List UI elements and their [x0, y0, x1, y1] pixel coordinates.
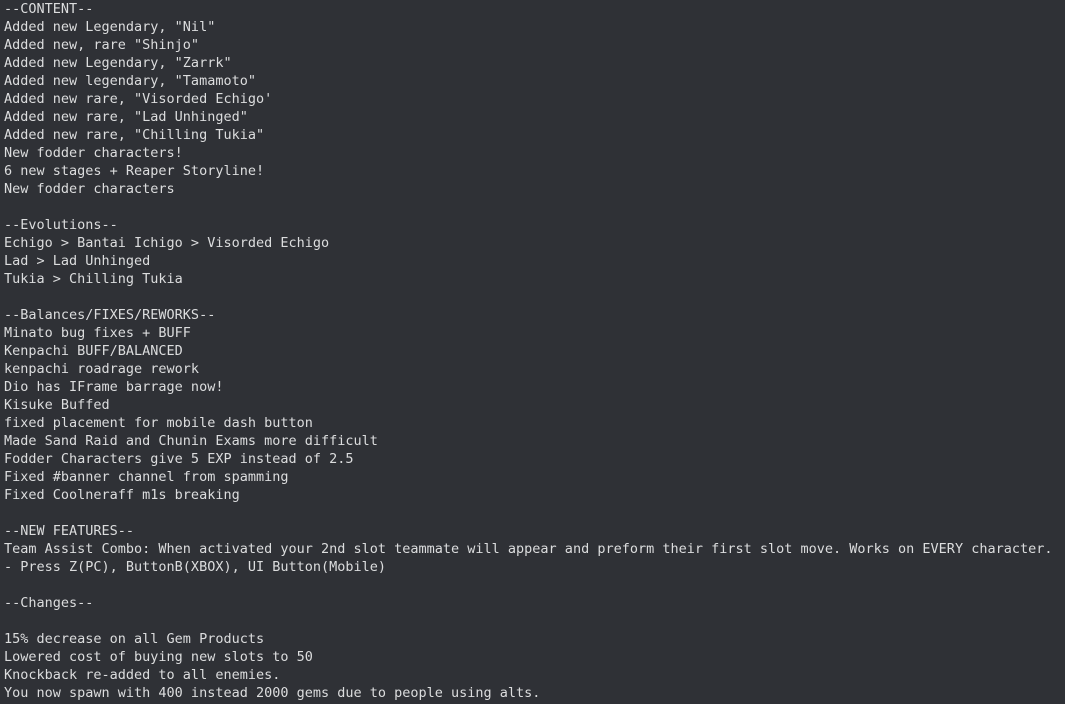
patch-notes-body: --CONTENT-- Added new Legendary, "Nil" Add…	[0, 0, 1065, 704]
patch-note-line: Kenpachi BUFF/BALANCED	[4, 343, 183, 359]
patch-note-line: You now spawn with 400 instead 2000 gems…	[4, 685, 541, 701]
patch-note-line: kenpachi roadrage rework	[4, 361, 200, 377]
patch-note-line: --CONTENT--	[4, 1, 94, 17]
patch-note-line: Fodder Characters give 5 EXP instead of …	[4, 451, 354, 467]
patch-note-line: Minato bug fixes + BUFF	[4, 325, 191, 341]
patch-note-line: Added new legendary, "Tamamoto"	[4, 73, 256, 89]
patch-note-line: Lowered cost of buying new slots to 50	[4, 649, 313, 665]
patch-note-line: Added new rare, "Visorded Echigo'	[4, 91, 273, 107]
patch-note-line: --Balances/FIXES/REWORKS--	[4, 307, 216, 323]
patch-note-line: fixed placement for mobile dash button	[4, 415, 313, 431]
patch-note-line: New fodder characters!	[4, 145, 183, 161]
patch-note-line: --NEW FEATURES--	[4, 523, 135, 539]
patch-note-line: Kisuke Buffed	[4, 397, 110, 413]
patch-note-line: Added new rare, "Lad Unhinged"	[4, 109, 248, 125]
patch-note-line: Lad > Lad Unhinged	[4, 253, 151, 269]
patch-note-line: Added new rare, "Chilling Tukia"	[4, 127, 265, 143]
patch-note-line: Added new Legendary, "Nil"	[4, 19, 216, 35]
patch-note-line: Fixed Coolneraff m1s breaking	[4, 487, 240, 503]
patch-note-line: New fodder characters	[4, 181, 175, 197]
patch-note-line: Added new, rare "Shinjo"	[4, 37, 200, 53]
patch-note-line: --Changes--	[4, 595, 94, 611]
patch-note-line: Added new Legendary, "Zarrk"	[4, 55, 232, 71]
patch-note-line: 15% decrease on all Gem Products	[4, 631, 265, 647]
patch-note-line: Made Sand Raid and Chunin Exams more dif…	[4, 433, 378, 449]
patch-note-line: Knockback re-added to all enemies.	[4, 667, 281, 683]
patch-note-line: Echigo > Bantai Ichigo > Visorded Echigo	[4, 235, 330, 251]
patch-note-line: Dio has IFrame barrage now!	[4, 379, 224, 395]
patch-note-line: Tukia > Chilling Tukia	[4, 271, 183, 287]
patch-note-line: --Evolutions--	[4, 217, 118, 233]
patch-note-line: Fixed #banner channel from spamming	[4, 469, 289, 485]
patch-note-line: Team Assist Combo: When activated your 2…	[4, 541, 1061, 575]
patch-note-line: 6 new stages + Reaper Storyline!	[4, 163, 265, 179]
